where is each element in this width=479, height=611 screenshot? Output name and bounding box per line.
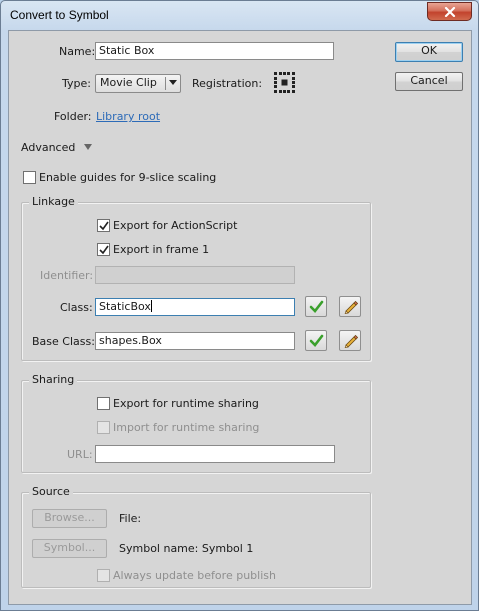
- name-field[interactable]: Static Box: [95, 42, 334, 60]
- checkmark-icon: [99, 245, 109, 255]
- title-bar[interactable]: Convert to Symbol: [1, 1, 478, 29]
- export-runtime-checkbox[interactable]: [97, 397, 110, 410]
- browse-button[interactable]: Browse...: [32, 509, 107, 528]
- checkmark-icon: [309, 334, 324, 347]
- identifier-label: Identifier:: [40, 269, 94, 282]
- symbol-button[interactable]: Symbol...: [32, 539, 107, 558]
- type-dropdown-value: Movie Clip: [100, 76, 157, 89]
- symbol-name-label: Symbol name: Symbol 1: [119, 542, 254, 555]
- class-label: Class:: [60, 301, 93, 314]
- identifier-field[interactable]: [95, 266, 295, 284]
- name-label: Name:: [59, 45, 96, 58]
- registration-grid-icon[interactable]: [273, 71, 296, 94]
- always-update-checkbox[interactable]: [97, 569, 110, 582]
- base-class-label: Base Class:: [32, 335, 95, 348]
- import-runtime-checkbox[interactable]: [97, 421, 110, 434]
- export-runtime-label: Export for runtime sharing: [113, 397, 259, 410]
- pencil-icon: [344, 300, 358, 314]
- close-icon: [444, 6, 455, 17]
- type-label: Type:: [62, 77, 91, 90]
- export-frame1-label: Export in frame 1: [113, 243, 210, 256]
- advanced-toggle[interactable]: Advanced: [21, 141, 92, 154]
- nine-slice-label: Enable guides for 9-slice scaling: [39, 171, 217, 184]
- base-class-field[interactable]: shapes.Box: [95, 332, 295, 350]
- triangle-down-icon: [83, 144, 92, 150]
- validate-base-class-button[interactable]: [305, 330, 327, 351]
- ok-button[interactable]: OK: [395, 42, 463, 62]
- file-label: File:: [119, 512, 142, 525]
- dialog-body: Name: Static Box OK Cancel Type: Movie C…: [8, 30, 472, 605]
- folder-label: Folder:: [54, 110, 92, 123]
- validate-class-button[interactable]: [305, 296, 327, 317]
- export-actionscript-label: Export for ActionScript: [113, 219, 238, 232]
- class-field-value: StaticBox: [99, 300, 151, 313]
- linkage-title: Linkage: [29, 195, 78, 208]
- url-label: URL:: [67, 448, 93, 461]
- checkmark-icon: [309, 300, 324, 313]
- close-button[interactable]: [427, 2, 472, 21]
- import-runtime-label: Import for runtime sharing: [113, 421, 260, 434]
- export-frame1-checkbox[interactable]: [97, 243, 110, 256]
- chevron-down-icon: [169, 80, 177, 85]
- advanced-label: Advanced: [21, 141, 76, 154]
- text-caret: [150, 300, 152, 312]
- sharing-title: Sharing: [29, 373, 78, 386]
- window-title: Convert to Symbol: [10, 8, 109, 22]
- registration-label: Registration:: [192, 77, 263, 90]
- edit-base-class-button[interactable]: [339, 330, 361, 351]
- type-dropdown[interactable]: Movie Clip: [95, 74, 181, 93]
- nine-slice-checkbox[interactable]: [23, 171, 36, 184]
- always-update-label: Always update before publish: [113, 569, 276, 582]
- library-root-link[interactable]: Library root: [96, 110, 160, 123]
- pencil-icon: [344, 334, 358, 348]
- edit-class-button[interactable]: [339, 296, 361, 317]
- cancel-button[interactable]: Cancel: [395, 72, 463, 91]
- url-field[interactable]: [95, 445, 335, 463]
- dialog-window: Convert to Symbol Name: Static Box OK Ca…: [0, 0, 479, 611]
- source-title: Source: [29, 485, 73, 498]
- class-field[interactable]: StaticBox: [95, 298, 295, 316]
- export-actionscript-checkbox[interactable]: [97, 219, 110, 232]
- dropdown-separator: [165, 77, 166, 90]
- checkmark-icon: [99, 221, 109, 231]
